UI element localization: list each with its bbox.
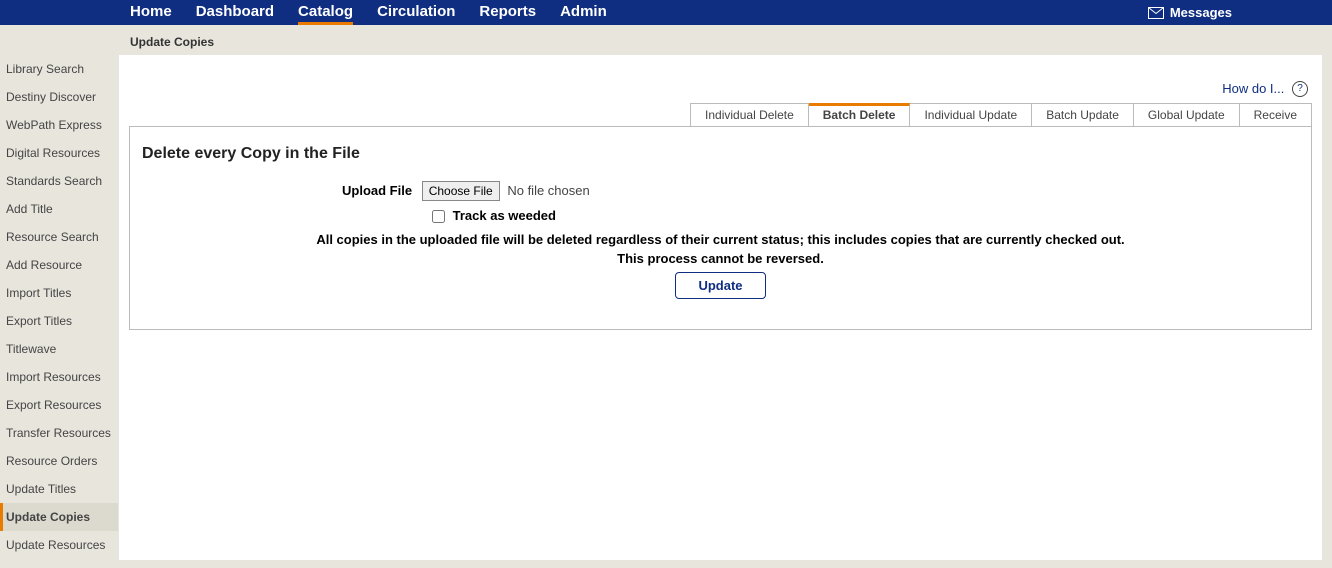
sidebar-item-add-resource[interactable]: Add Resource	[0, 251, 118, 279]
sidebar: Library Search Destiny Discover WebPath …	[0, 55, 118, 560]
sidebar-item-digital-resources[interactable]: Digital Resources	[0, 139, 118, 167]
tab-individual-update[interactable]: Individual Update	[910, 103, 1032, 126]
nav-catalog[interactable]: Catalog	[298, 0, 353, 25]
nav-circulation[interactable]: Circulation	[377, 0, 455, 25]
nav-reports[interactable]: Reports	[479, 0, 536, 25]
tab-batch-update[interactable]: Batch Update	[1032, 103, 1134, 126]
warning-line-1: All copies in the uploaded file will be …	[142, 232, 1299, 247]
track-as-weeded-checkbox[interactable]	[432, 210, 445, 223]
sidebar-item-library-search[interactable]: Library Search	[0, 55, 118, 83]
messages-label: Messages	[1170, 5, 1232, 20]
sidebar-item-titlewave[interactable]: Titlewave	[0, 335, 118, 363]
help-icon[interactable]: ?	[1292, 81, 1308, 97]
tab-global-update[interactable]: Global Update	[1134, 103, 1240, 126]
subtabs: Individual Delete Batch Delete Individua…	[129, 103, 1312, 127]
nav-dashboard[interactable]: Dashboard	[196, 0, 274, 25]
sidebar-item-update-resources[interactable]: Update Resources	[0, 531, 118, 559]
warning-line-2: This process cannot be reversed.	[142, 251, 1299, 266]
top-nav-bar: Home Dashboard Catalog Circulation Repor…	[0, 0, 1332, 25]
messages-link[interactable]: Messages	[1148, 0, 1232, 25]
panel-title: Delete every Copy in the File	[142, 145, 1299, 163]
sidebar-item-import-resources[interactable]: Import Resources	[0, 363, 118, 391]
file-status-text: No file chosen	[507, 183, 589, 198]
choose-file-button[interactable]: Choose File	[422, 181, 500, 201]
update-button[interactable]: Update	[675, 272, 765, 299]
sidebar-item-destiny-discover[interactable]: Destiny Discover	[0, 83, 118, 111]
sidebar-item-add-title[interactable]: Add Title	[0, 195, 118, 223]
nav-admin[interactable]: Admin	[560, 0, 607, 25]
upload-file-label: Upload File	[342, 183, 412, 198]
sidebar-item-update-copies[interactable]: Update Copies	[0, 503, 118, 531]
sidebar-item-update-titles[interactable]: Update Titles	[0, 475, 118, 503]
mail-icon	[1148, 7, 1164, 19]
sidebar-item-export-titles[interactable]: Export Titles	[0, 307, 118, 335]
breadcrumb: Update Copies	[0, 25, 1332, 55]
tab-individual-delete[interactable]: Individual Delete	[690, 103, 809, 126]
track-as-weeded-label: Track as weeded	[453, 208, 556, 223]
tab-receive[interactable]: Receive	[1240, 103, 1312, 126]
sidebar-item-resource-orders[interactable]: Resource Orders	[0, 447, 118, 475]
sidebar-item-import-titles[interactable]: Import Titles	[0, 279, 118, 307]
sidebar-item-standards-search[interactable]: Standards Search	[0, 167, 118, 195]
batch-delete-panel: Delete every Copy in the File Upload Fil…	[129, 127, 1312, 330]
main-content: How do I... ? Individual Delete Batch De…	[118, 55, 1322, 560]
nav-home[interactable]: Home	[130, 0, 172, 25]
sidebar-item-transfer-resources[interactable]: Transfer Resources	[0, 419, 118, 447]
sidebar-item-resource-search[interactable]: Resource Search	[0, 223, 118, 251]
sidebar-item-export-resources[interactable]: Export Resources	[0, 391, 118, 419]
tab-batch-delete[interactable]: Batch Delete	[809, 103, 911, 126]
sidebar-item-webpath-express[interactable]: WebPath Express	[0, 111, 118, 139]
help-link[interactable]: How do I...	[1222, 81, 1284, 96]
